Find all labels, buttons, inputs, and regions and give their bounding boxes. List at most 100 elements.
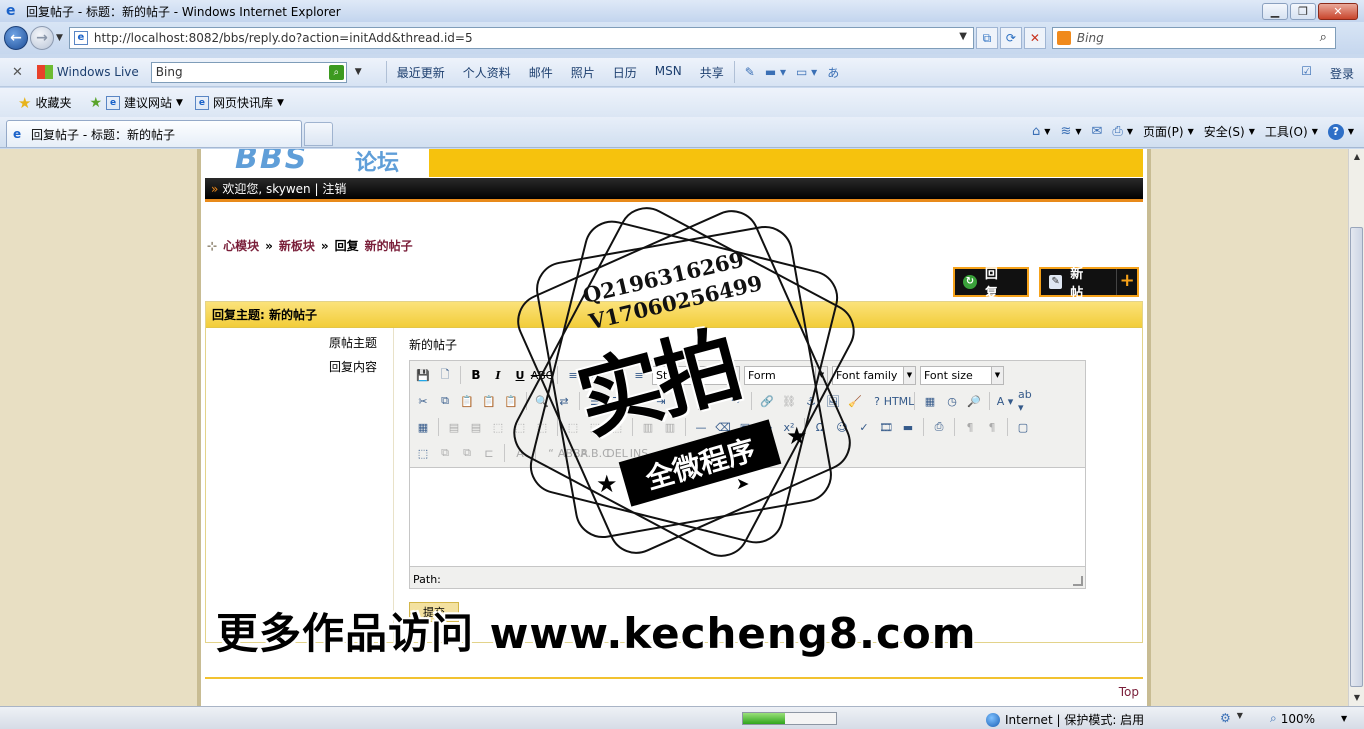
fullscreen-icon[interactable]: ▢ (1014, 418, 1032, 436)
emotion-icon[interactable]: ☺ (833, 418, 851, 436)
bold-icon[interactable]: B (467, 366, 485, 384)
search-placeholder[interactable]: Bing (1077, 31, 1104, 45)
move-forward-icon[interactable]: ⧉ (436, 444, 454, 462)
windows-live-logo[interactable]: Windows Live (36, 65, 139, 79)
tab-reply-post[interactable]: e 回复帖子 - 标题：新的帖子 (6, 120, 302, 147)
print-icon[interactable]: ⎙ (1112, 124, 1122, 139)
styles-select[interactable]: Styles ▼ (652, 365, 740, 385)
new-tab-button[interactable] (304, 122, 333, 146)
align-justify-icon[interactable]: ≡ (630, 366, 648, 384)
maximize-button[interactable]: ❐ (1290, 3, 1316, 20)
breadcrumb-board[interactable]: 新板块 (279, 237, 315, 254)
merge-cells-icon[interactable]: ▥ (661, 418, 679, 436)
chevron-down-icon[interactable]: ▼ (1348, 127, 1354, 136)
paste-icon[interactable]: 📋 (458, 392, 476, 410)
translate-icon[interactable]: あ (827, 64, 839, 81)
safety-menu[interactable]: 安全(S) (1204, 123, 1245, 140)
align-left-icon[interactable]: ≡ (564, 366, 582, 384)
outdent-icon[interactable]: ⇤ (630, 392, 648, 410)
chevron-down-icon[interactable]: ▼ (277, 98, 284, 108)
image-icon[interactable]: 🖼 (824, 392, 842, 410)
cleanup-icon[interactable]: 🧹 (846, 392, 864, 410)
acronym-icon[interactable]: A.B.C (580, 444, 610, 462)
cut-icon[interactable]: ✂ (414, 392, 432, 410)
advanced-hr-icon[interactable]: ▬ (899, 418, 917, 436)
style-props-icon[interactable]: A (511, 444, 529, 462)
replace-icon[interactable]: ⇄ (555, 392, 573, 410)
editor-resize-handle[interactable] (1073, 576, 1083, 586)
feeds-icon[interactable]: ≋ (1060, 124, 1071, 139)
live-search-dropdown-icon[interactable]: ▼ (355, 67, 362, 77)
live-link-calendar[interactable]: 日历 (613, 64, 637, 81)
spellcheck-icon[interactable]: ✓ (855, 418, 873, 436)
horizontal-rule-icon[interactable]: — (692, 418, 710, 436)
live-search-input[interactable]: Bing ⌕ (150, 61, 347, 83)
window-icon[interactable]: ▭ ▾ (796, 65, 817, 79)
new-post-button[interactable]: ✎ 新 帖 + (1039, 267, 1139, 301)
edit-icon[interactable]: ✎ (745, 65, 755, 79)
web-slice-gallery-link[interactable]: 网页快讯库 (213, 94, 273, 111)
insert-row-before-icon[interactable]: ⬚ (489, 418, 507, 436)
cell-props-icon[interactable]: ▤ (467, 418, 485, 436)
print-icon[interactable]: ⎙ (930, 418, 948, 436)
paste-word-icon[interactable]: 📋 (502, 392, 520, 410)
insert-col-after-icon[interactable]: ⬚ (586, 418, 604, 436)
chevron-down-icon[interactable]: ▼ (1044, 127, 1050, 136)
unlink-icon[interactable]: ⛓ (780, 392, 798, 410)
media-icon[interactable]: 🎞 (877, 418, 895, 436)
absolute-icon[interactable]: ⊏ (480, 444, 498, 462)
blockquote-icon[interactable]: ❝ (674, 392, 692, 410)
chevron-down-icon[interactable]: ▼ (1127, 127, 1133, 136)
page-menu[interactable]: 页面(P) (1143, 123, 1184, 140)
search-box[interactable]: Bing ⌕ (1051, 27, 1336, 49)
preview-icon[interactable]: 🔎 (965, 392, 983, 410)
live-link-msn[interactable]: MSN (655, 64, 682, 81)
submit-button[interactable]: 提交 (409, 602, 459, 622)
breadcrumb-module[interactable]: 心模块 (223, 237, 259, 254)
back-button[interactable]: ← (4, 26, 28, 50)
copy-icon[interactable]: ⧉ (436, 392, 454, 410)
del-icon[interactable]: DEL (606, 444, 628, 462)
login-link[interactable]: 登录 (1330, 65, 1354, 82)
find-icon[interactable]: 🔍 (533, 392, 551, 410)
html-source-icon[interactable]: HTML (884, 392, 915, 410)
top-link[interactable]: Top (1119, 685, 1139, 699)
link-icon[interactable]: 🔗 (758, 392, 776, 410)
scroll-down-icon[interactable]: ▼ (1349, 690, 1364, 706)
delete-col-icon[interactable]: ⬚ (608, 418, 626, 436)
superscript-icon[interactable]: x² (780, 418, 798, 436)
underline-icon[interactable]: U (511, 366, 529, 384)
indent-icon[interactable]: ⇥ (652, 392, 670, 410)
minimize-button[interactable]: ▁ (1262, 3, 1288, 20)
search-go-icon[interactable]: ⌕ (1320, 30, 1327, 45)
background-color-icon[interactable]: ab ▾ (1018, 388, 1036, 414)
live-search-value[interactable]: Bing (156, 65, 183, 79)
numbered-list-icon[interactable]: ☰ (608, 392, 626, 410)
strikethrough-icon[interactable]: ABC (531, 366, 554, 384)
chevron-down-icon[interactable]: ▼ (1312, 127, 1318, 136)
address-url[interactable]: http://localhost:8082/bbs/reply.do?actio… (94, 31, 473, 45)
table-icon[interactable]: ▦ (414, 418, 432, 436)
insert-date-icon[interactable]: ▦ (921, 392, 939, 410)
chevron-down-icon[interactable]: ▼ (1188, 127, 1194, 136)
help-icon[interactable]: ? (1327, 123, 1344, 140)
close-toolbar-icon[interactable]: ✕ (12, 65, 23, 80)
split-cells-icon[interactable]: ▥ (639, 418, 657, 436)
ltr-icon[interactable]: ¶ (961, 418, 979, 436)
vertical-scrollbar[interactable]: ▲ ▼ (1348, 149, 1364, 706)
compatibility-view-button[interactable]: ⧉ (975, 27, 998, 49)
delete-row-icon[interactable]: ⬚ (533, 418, 551, 436)
scroll-thumb[interactable] (1350, 227, 1363, 687)
popup-blocker-icon[interactable]: ⚙ (1220, 711, 1231, 725)
welcome-text[interactable]: 欢迎您, skywen | 注销 (222, 180, 346, 197)
live-link-recent[interactable]: 最近更新 (397, 64, 445, 81)
live-search-icon[interactable]: ⌕ (328, 64, 344, 80)
refresh-button[interactable]: ⟳ (999, 27, 1022, 49)
live-link-mail[interactable]: 邮件 (529, 64, 553, 81)
home-icon[interactable]: ⌂ (1032, 124, 1040, 139)
save-icon[interactable]: 💾 (414, 366, 432, 384)
breadcrumb-thread[interactable]: 新的帖子 (365, 237, 413, 254)
font-family-select[interactable]: Font family ▼ (832, 365, 916, 385)
live-link-photos[interactable]: 照片 (571, 64, 595, 81)
stop-button[interactable]: ✕ (1023, 27, 1046, 49)
